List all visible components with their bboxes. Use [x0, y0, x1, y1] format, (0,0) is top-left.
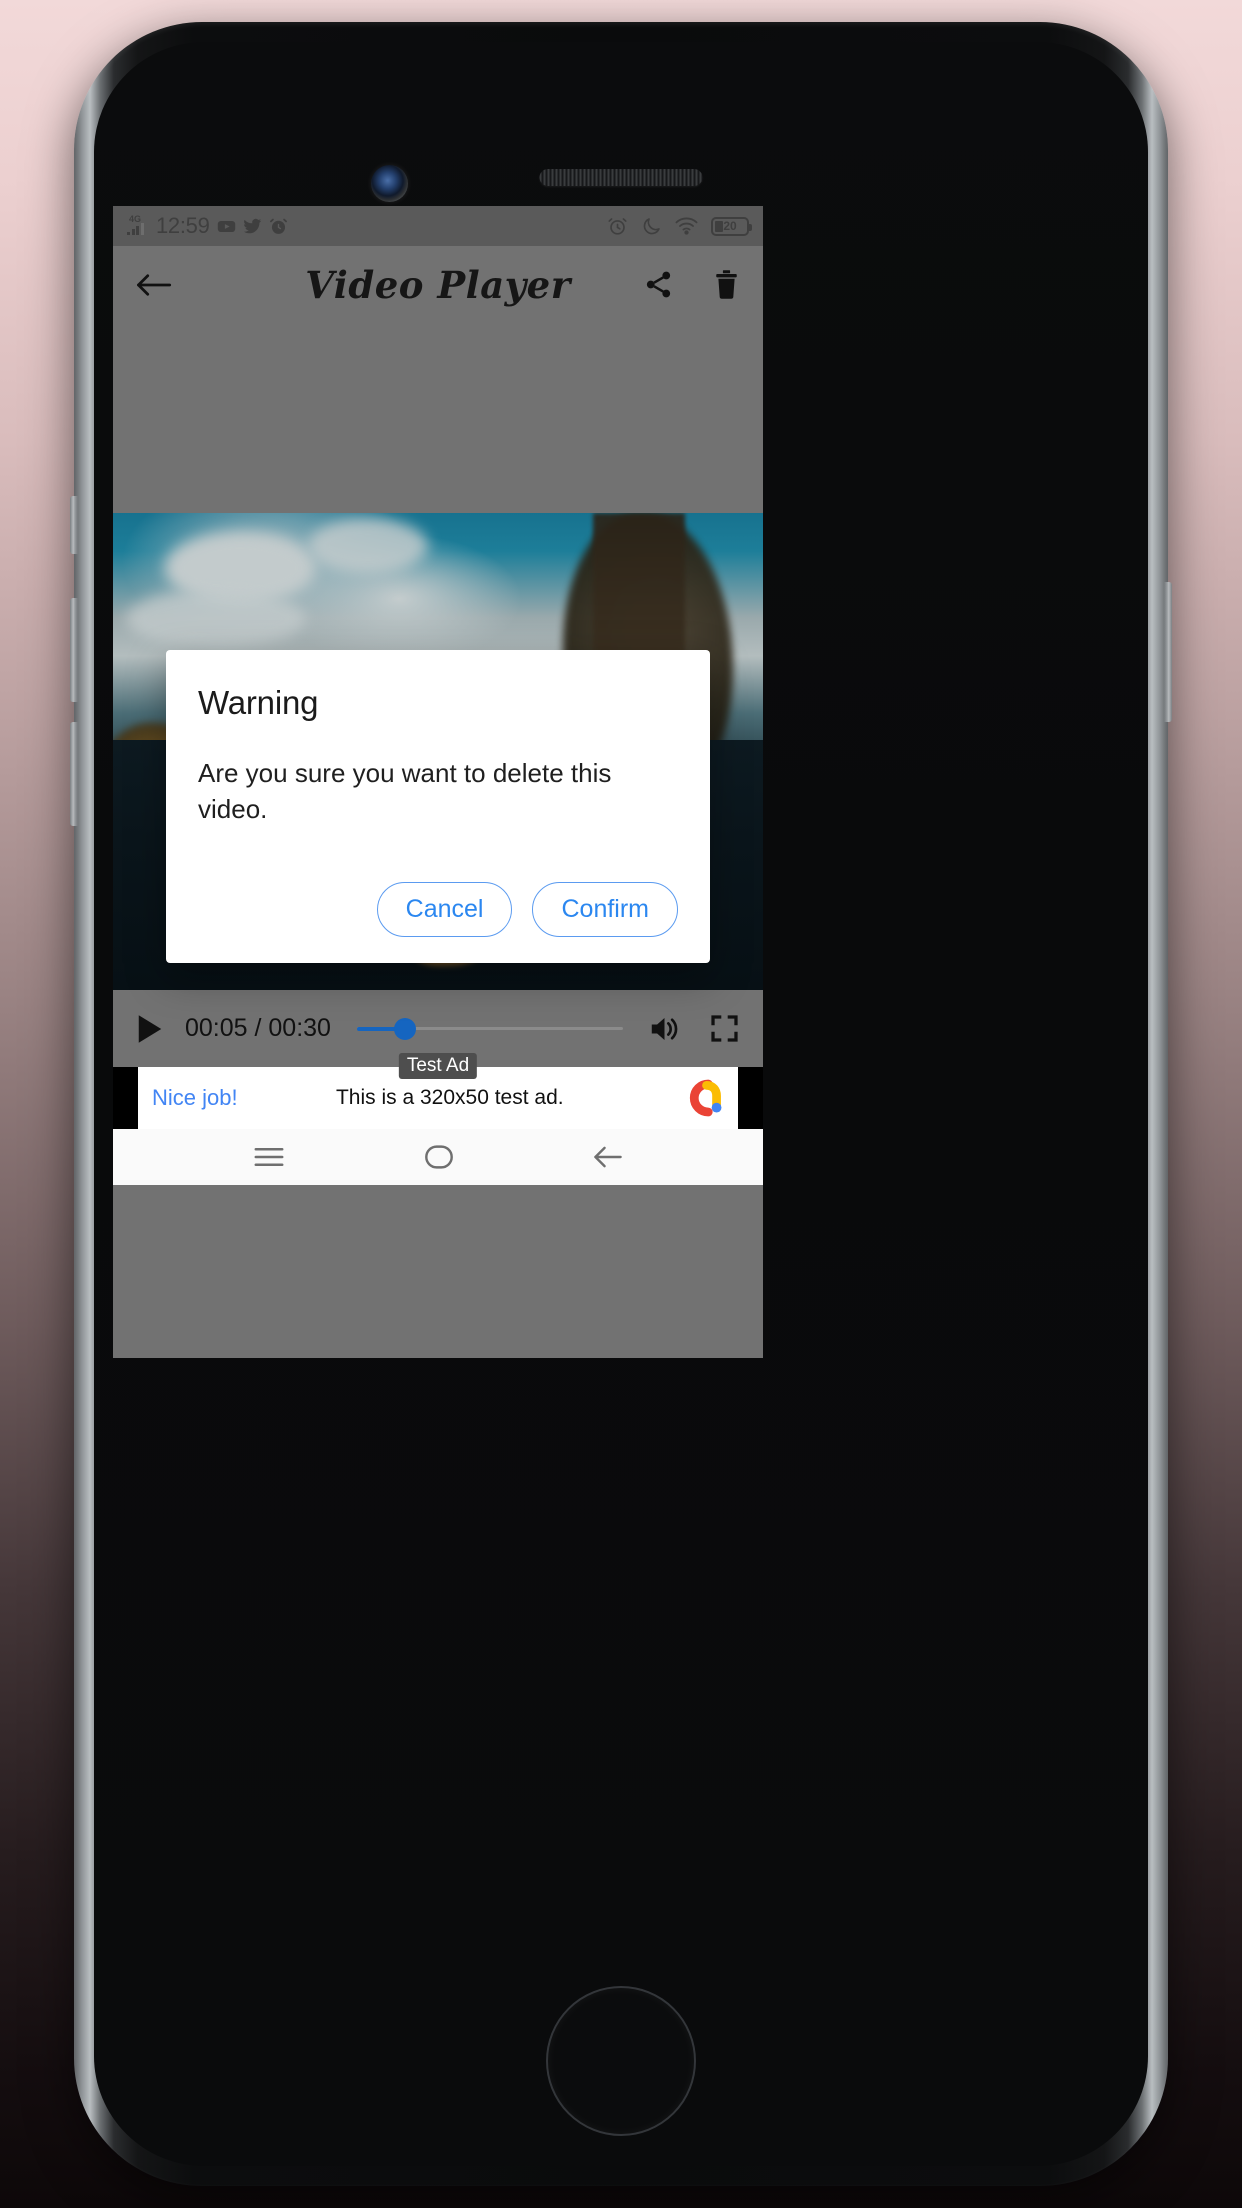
mute-switch-button[interactable] — [70, 496, 78, 554]
back-arrow-icon[interactable] — [135, 270, 172, 300]
earpiece-speaker — [539, 169, 703, 186]
twitter-icon — [243, 217, 262, 236]
power-button[interactable] — [1164, 582, 1172, 722]
warning-dialog: Warning Are you sure you want to delete … — [166, 650, 710, 963]
volume-down-button[interactable] — [70, 722, 78, 826]
home-button[interactable] — [546, 1986, 696, 2136]
battery-icon: 20 — [711, 216, 752, 236]
signal-icon: 4G — [127, 214, 149, 235]
status-bar-right: 20 — [607, 216, 752, 237]
dialog-title: Warning — [198, 684, 319, 721]
front-camera-icon — [371, 165, 408, 202]
battery-percent-label: 20 — [723, 219, 737, 233]
share-icon[interactable] — [643, 269, 674, 300]
alarm-clock-icon — [607, 216, 628, 237]
alarm-icon — [269, 217, 288, 236]
status-bar: 4G 12:59 20 — [113, 206, 763, 246]
status-bar-left: 4G 12:59 — [127, 213, 288, 239]
volume-up-button[interactable] — [70, 598, 78, 702]
do-not-disturb-icon — [641, 216, 662, 237]
dialog-actions: Cancel Confirm — [198, 881, 678, 943]
confirm-button[interactable]: Confirm — [532, 881, 678, 937]
delete-trash-icon[interactable] — [712, 269, 741, 300]
dialog-message: Are you sure you want to delete this vid… — [198, 758, 612, 824]
phone-screen: 4G 12:59 20 Video Player 00:05 / 00:30 T… — [113, 206, 763, 1358]
cancel-button[interactable]: Cancel — [376, 881, 513, 937]
wifi-icon — [675, 216, 698, 236]
clock-label: 12:59 — [156, 213, 210, 238]
youtube-icon — [217, 217, 236, 236]
video-player-screen: Video Player 00:05 / 00:30 Test Ad Nice … — [113, 246, 763, 1358]
